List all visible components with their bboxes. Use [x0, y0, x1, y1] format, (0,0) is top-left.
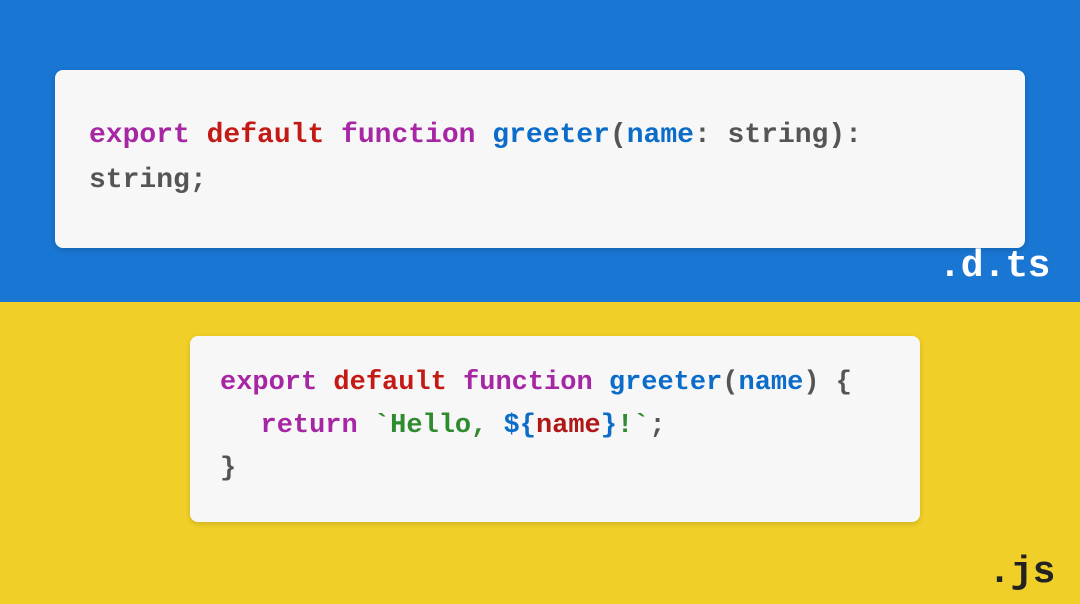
- js-code-line-3: }: [220, 448, 890, 491]
- keyword-export: export: [89, 120, 207, 151]
- dts-code-line: export default function greeter(name: st…: [89, 114, 991, 204]
- template-var: name: [536, 411, 601, 441]
- paren-open: (: [610, 120, 627, 151]
- keyword-default: default: [207, 120, 341, 151]
- semicolon: ;: [190, 165, 207, 196]
- keyword-export: export: [220, 368, 333, 398]
- paren-open: (: [722, 368, 738, 398]
- type-string: string: [728, 120, 829, 151]
- dts-label: .d.ts: [938, 245, 1050, 288]
- param-name: name: [627, 120, 694, 151]
- function-name: greeter: [492, 120, 610, 151]
- dts-section: export default function greeter(name: st…: [0, 0, 1080, 302]
- brace-close: }: [220, 454, 236, 484]
- param-name: name: [739, 368, 804, 398]
- template-literal-end: !`: [617, 411, 649, 441]
- template-expr-close: }: [601, 411, 617, 441]
- function-name: greeter: [609, 368, 722, 398]
- colon: :: [694, 120, 728, 151]
- semicolon: ;: [649, 411, 665, 441]
- js-label: .js: [988, 551, 1055, 594]
- dts-code-box: export default function greeter(name: st…: [55, 70, 1025, 248]
- template-literal-start: `Hello,: [374, 411, 504, 441]
- keyword-return: return: [261, 411, 374, 441]
- keyword-function: function: [341, 120, 492, 151]
- js-code-line-1: export default function greeter(name) {: [220, 362, 890, 405]
- js-code-box: export default function greeter(name) { …: [190, 336, 920, 522]
- template-expr-open: ${: [504, 411, 536, 441]
- paren-close-brace: ) {: [803, 368, 852, 398]
- return-type: string: [89, 165, 190, 196]
- paren-close-colon: ):: [828, 120, 862, 151]
- keyword-function: function: [463, 368, 609, 398]
- keyword-default: default: [333, 368, 463, 398]
- js-section: export default function greeter(name) { …: [0, 302, 1080, 604]
- js-code-line-2: return `Hello, ${name}!`;: [220, 405, 890, 448]
